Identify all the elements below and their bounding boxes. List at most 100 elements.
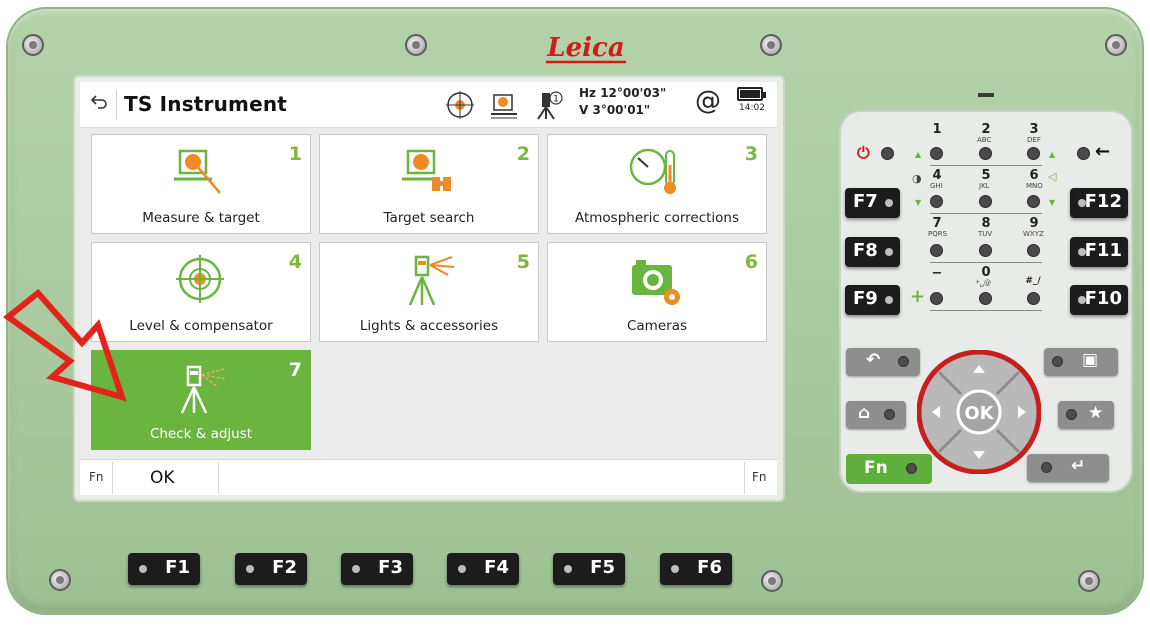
favourites-key[interactable]: ★ [1058,401,1114,429]
key-6[interactable] [1027,195,1040,208]
target-crosshair-icon[interactable] [444,89,476,121]
key-0-sub: *␣@ [976,279,991,287]
f5-key[interactable]: F5 [553,553,625,585]
tile-label: Target search [383,210,475,226]
tile-label: Lights & accessories [359,318,499,334]
key-2[interactable] [979,147,992,160]
battery-icon: 14:02 [737,87,766,113]
key-5-label: 5 [981,168,991,183]
softkey-separator [218,462,219,494]
key-7-sub: PQRS [928,230,948,238]
tile-measure-target[interactable]: 1 Measure & target [91,134,311,234]
ok-softkey[interactable]: OK [150,468,175,488]
key-9-sub: WXYZ [1023,230,1044,238]
key-8[interactable] [979,244,992,257]
up-small-icon: ▲ [915,150,922,159]
key-7[interactable] [930,244,943,257]
key-6-sub: MNO [1026,182,1043,190]
f9-key[interactable]: F9 [845,285,900,315]
row-divider [930,213,1042,214]
screw-icon [760,34,782,56]
back-arrow-icon[interactable] [89,93,109,113]
f2-key[interactable]: F2 [235,553,307,585]
key-1[interactable] [930,147,943,160]
fn-softkey-left[interactable]: Fn [89,470,104,484]
f6-key[interactable]: F6 [660,553,732,585]
row-divider [930,165,1042,166]
tile-number: 1 [288,143,302,165]
atmospheric-icon [629,148,676,194]
up-small-icon: ▲ [1049,150,1056,159]
camera-icon [632,260,680,305]
row-divider [930,262,1042,263]
escape-key[interactable]: ↶ [846,348,920,376]
device-screen: TS Instrument 1 Hz 12°00'03" V 3°00'01" … [80,82,777,495]
lights-icon [408,255,455,306]
f12-key[interactable]: F12 [1070,188,1128,218]
softkey-separator [744,462,745,494]
star-icon: ★ [1088,403,1104,423]
backspace-icon: ← [1095,141,1111,162]
f4-key[interactable]: F4 [447,553,519,585]
down-small-icon: ▼ [1049,198,1056,207]
key-8-sub: TUV [978,230,993,238]
power-key[interactable] [881,147,894,160]
key-9[interactable] [1027,244,1040,257]
f11-key[interactable]: F11 [1070,237,1128,267]
power-icon[interactable]: ⏻ [857,143,870,163]
key-minus-label: − [931,266,943,281]
screw-icon [1078,570,1100,592]
key-1-label: 1 [932,122,942,137]
home-key[interactable]: ⌂ [846,401,906,429]
camera-key[interactable]: ▣ [1044,348,1118,376]
backspace-key[interactable] [1077,147,1090,160]
leica-logo: Leica [540,32,632,68]
tile-number: 5 [516,251,530,273]
key-4-sub: GHI [930,182,943,190]
fn-key-label: Fn [864,458,888,478]
f7-key[interactable]: F7 [845,188,900,218]
page-title: TS Instrument [124,92,288,116]
tile-label: Cameras [626,318,687,334]
tile-cameras[interactable]: 6 Cameras [547,242,767,342]
at-icon[interactable]: @ [695,86,721,116]
tile-atmospheric-corrections[interactable]: 3 Atmospheric corrections [547,134,767,234]
key-0[interactable] [979,292,992,305]
tile-label: Measure & target [142,210,260,226]
measure-target-icon[interactable] [488,89,520,121]
hz-angle: Hz 12°00'03" [579,86,667,100]
f8-key[interactable]: F8 [845,237,900,267]
volume-icon: ◁ [1048,170,1057,183]
camera-icon: ▣ [1082,350,1099,370]
screw-icon [49,569,71,591]
fn-softkey-right[interactable]: Fn [752,470,767,484]
tile-number: 2 [516,143,530,165]
title-separator [116,90,117,120]
key-hash-label: #_/ [1025,276,1041,286]
f1-key[interactable]: F1 [128,553,200,585]
key-6-label: 6 [1029,168,1039,183]
tile-number: 6 [744,251,758,273]
tile-number: 3 [744,143,758,165]
key-5[interactable] [979,195,992,208]
f10-key[interactable]: F10 [1070,285,1128,315]
key-minus[interactable] [930,292,943,305]
svg-text:1: 1 [553,95,559,105]
title-bar: TS Instrument 1 Hz 12°00'03" V 3°00'01" … [80,82,777,128]
key-4[interactable] [930,195,943,208]
navigation-dpad[interactable]: OK [917,350,1041,474]
svg-text:Leica: Leica [546,33,624,63]
instrument-face-icon[interactable]: 1 [532,89,564,121]
key-4-label: 4 [932,168,942,183]
f3-key[interactable]: F3 [341,553,413,585]
angle-readout: Hz 12°00'03" V 3°00'01" [579,85,666,119]
tile-target-search[interactable]: 2 Target search [319,134,539,234]
key-7-label: 7 [932,216,942,231]
v-angle: V 3°00'01" [579,103,651,117]
key-hash[interactable] [1027,292,1040,305]
key-3-label: 3 [1029,122,1039,137]
tile-lights-accessories[interactable]: 5 Lights & accessories [319,242,539,342]
row-divider [930,310,1042,311]
key-3[interactable] [1027,147,1040,160]
tile-label: Check & adjust [149,426,253,442]
